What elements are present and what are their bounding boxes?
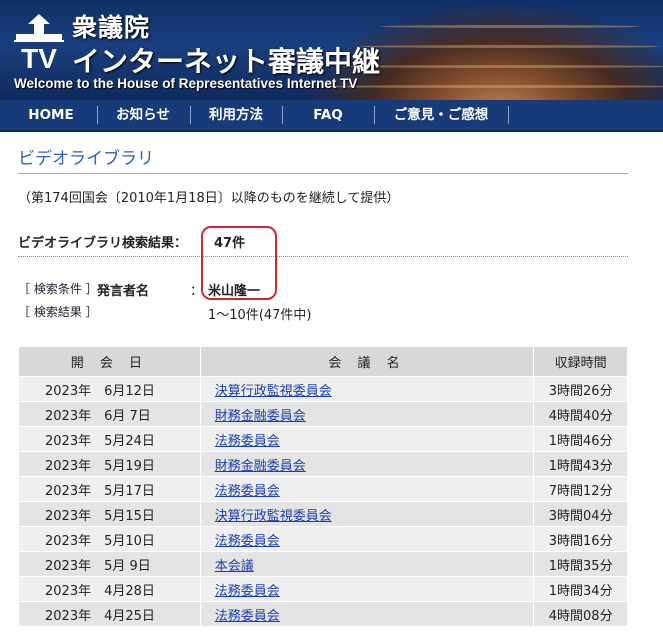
header-duration[interactable]: 収録時間 (533, 346, 628, 377)
meeting-link[interactable]: 法務委員会 (215, 534, 280, 549)
row-date: 2023年 5月24日 (18, 426, 201, 452)
row-date: 2023年 4月28日 (18, 576, 201, 602)
row-date: 2023年 5月17日 (18, 476, 201, 502)
logo-tv-text: TV (21, 43, 57, 70)
table-row: 2023年 5月19日 財務金融委員会 1時間43分 (18, 451, 628, 477)
row-duration: 4時間40分 (533, 401, 628, 427)
nav-news[interactable]: お知らせ (104, 100, 182, 130)
results-range: 1～10件(47件中) (208, 308, 312, 323)
nav-divider (190, 106, 191, 124)
row-duration: 1時間43分 (533, 451, 628, 477)
nav-divider (508, 106, 509, 124)
site-english-title: Welcome to the House of Representatives … (14, 76, 358, 91)
search-results-tag: ［ 検索結果 ］ (18, 305, 98, 319)
row-date: 2023年 6月 7日 (18, 401, 201, 427)
dotted-divider (18, 256, 628, 257)
table-row: 2023年 4月25日 法務委員会 4時間08分 (18, 601, 628, 627)
results-table: 開 会 日 会 議 名 収録時間 2023年 6月12日 決算行政監視委員会 3時間… (18, 346, 628, 627)
search-result-label: ビデオライブラリ検索結果： (18, 236, 188, 251)
table-row: 2023年 6月 7日 財務金融委員会 4時間40分 (18, 401, 628, 427)
header-date[interactable]: 開 会 日 (18, 346, 201, 377)
meeting-link[interactable]: 財務金融委員会 (215, 409, 306, 424)
nav-home[interactable]: HOME (14, 100, 88, 130)
row-meeting-cell: 決算行政監視委員会 (199, 376, 535, 402)
header-meeting[interactable]: 会 議 名 (199, 346, 535, 377)
condition-key: 発言者名 (97, 284, 150, 299)
row-duration: 1時間46分 (533, 426, 628, 452)
nav-feedback[interactable]: ご意見・ご感想 (380, 100, 502, 130)
row-meeting-cell: 本会議 (199, 551, 535, 577)
meeting-link[interactable]: 法務委員会 (215, 584, 280, 599)
search-conditions-tag: ［ 検索条件 ］ (18, 282, 98, 296)
table-row: 2023年 5月10日 法務委員会 3時間16分 (18, 526, 628, 552)
library-notice: （第174回国会〔2010年1月18日〕以降のものを継続して提供） (18, 191, 400, 206)
row-meeting-cell: 法務委員会 (199, 476, 535, 502)
nav-usage[interactable]: 利用方法 (196, 100, 276, 130)
diet-building-logo-icon[interactable]: TV (8, 10, 70, 70)
row-date: 2023年 5月10日 (18, 526, 201, 552)
row-duration: 1時間35分 (533, 551, 628, 577)
table-row: 2023年 5月15日 決算行政監視委員会 3時間04分 (18, 501, 628, 527)
row-duration: 4時間08分 (533, 601, 628, 627)
meeting-link[interactable]: 決算行政監視委員会 (215, 509, 332, 524)
row-meeting-cell: 法務委員会 (199, 576, 535, 602)
page-title: ビデオライブラリ (18, 149, 154, 169)
meeting-link[interactable]: 決算行政監視委員会 (215, 384, 332, 399)
table-row: 2023年 5月17日 法務委員会 7時間12分 (18, 476, 628, 502)
row-date: 2023年 5月19日 (18, 451, 201, 477)
table-row: 2023年 6月12日 決算行政監視委員会 3時間26分 (18, 376, 628, 402)
nav-divider (282, 106, 283, 124)
row-date: 2023年 5月15日 (18, 501, 201, 527)
title-divider (18, 173, 628, 174)
table-row: 2023年 4月28日 法務委員会 1時間34分 (18, 576, 628, 602)
meeting-link[interactable]: 法務委員会 (215, 609, 280, 624)
row-meeting-cell: 法務委員会 (199, 526, 535, 552)
table-row: 2023年 5月24日 法務委員会 1時間46分 (18, 426, 628, 452)
site-subtitle: インターネット審議中継 (72, 45, 381, 78)
row-duration: 3時間26分 (533, 376, 628, 402)
row-meeting-cell: 財務金融委員会 (199, 451, 535, 477)
row-meeting-cell: 財務金融委員会 (199, 401, 535, 427)
site-name: 衆議院 (72, 13, 151, 42)
seat-row-decoration (340, 65, 663, 68)
row-date: 2023年 5月 9日 (18, 551, 201, 577)
row-date: 2023年 6月12日 (18, 376, 201, 402)
row-meeting-cell: 決算行政監視委員会 (199, 501, 535, 527)
row-duration: 7時間12分 (533, 476, 628, 502)
meeting-link[interactable]: 財務金融委員会 (215, 459, 306, 474)
site-banner: TV 衆議院 インターネット審議中継 Welcome to the House … (0, 0, 663, 100)
row-duration: 1時間34分 (533, 576, 628, 602)
nav-divider (97, 106, 98, 124)
row-date: 2023年 4月25日 (18, 601, 201, 627)
highlight-annotation (201, 226, 277, 300)
nav-divider (374, 106, 375, 124)
table-header-row: 開 会 日 会 議 名 収録時間 (18, 346, 628, 377)
row-duration: 3時間16分 (533, 526, 628, 552)
seat-row-decoration (320, 85, 663, 88)
meeting-link[interactable]: 法務委員会 (215, 434, 280, 449)
main-nav: HOME お知らせ 利用方法 FAQ ご意見・ご感想 (0, 100, 663, 132)
seat-row-decoration (360, 45, 660, 48)
table-row: 2023年 5月 9日 本会議 1時間35分 (18, 551, 628, 577)
row-duration: 3時間04分 (533, 501, 628, 527)
row-meeting-cell: 法務委員会 (199, 601, 535, 627)
seat-row-decoration (380, 25, 640, 28)
nav-faq[interactable]: FAQ (290, 100, 366, 130)
meeting-link[interactable]: 法務委員会 (215, 484, 280, 499)
row-meeting-cell: 法務委員会 (199, 426, 535, 452)
meeting-link[interactable]: 本会議 (215, 559, 254, 574)
